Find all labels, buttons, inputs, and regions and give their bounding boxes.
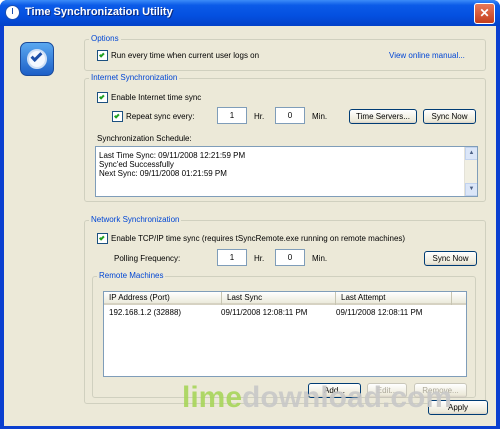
checkbox-box[interactable] (97, 233, 108, 244)
polling-minutes-input[interactable]: 0 (275, 249, 305, 266)
cell-last-sync: 09/11/2008 12:08:11 PM (221, 308, 308, 317)
clock-icon (5, 5, 20, 20)
network-sync-now-button[interactable]: Sync Now (424, 251, 477, 266)
column-header-ip[interactable]: IP Address (Port) (104, 292, 222, 305)
schedule-text: Last Time Sync: 09/11/2008 12:21:59 PM S… (99, 151, 245, 178)
remote-machines-group: Remote Machines IP Address (Port) Last S… (92, 271, 476, 398)
scroll-up-arrow-icon[interactable]: ▲ (465, 147, 477, 160)
minutes-unit-label: Min. (312, 112, 328, 121)
remote-machines-list[interactable]: IP Address (Port) Last Sync Last Attempt… (103, 291, 467, 377)
enable-tcp-sync-checkbox[interactable]: Enable TCP/IP time sync (requires tSyncR… (97, 233, 405, 244)
column-header-last-attempt[interactable]: Last Attempt (336, 292, 452, 305)
options-group-title: Options (89, 34, 121, 43)
watermark-part1: lime (182, 381, 243, 414)
internet-sync-group-title: Internet Synchronization (89, 73, 180, 82)
column-header-last-sync[interactable]: Last Sync (222, 292, 336, 305)
checkmark-icon (113, 112, 120, 119)
minutes-unit-label: Min. (312, 254, 328, 263)
checkmark-icon (98, 51, 105, 58)
internet-sync-now-button[interactable]: Sync Now (423, 109, 476, 124)
network-sync-group-title: Network Synchronization (89, 215, 182, 224)
checkmark-icon (98, 234, 105, 241)
cell-last-attempt: 09/11/2008 12:08:11 PM (336, 308, 423, 317)
run-on-logon-label: Run every time when current user logs on (111, 51, 260, 60)
cell-ip: 192.168.1.2 (32888) (109, 308, 182, 317)
checkbox-box[interactable] (97, 92, 108, 103)
hours-unit-label: Hr. (254, 254, 265, 263)
app-window: Time Synchronization Utility ✕ Options R… (0, 0, 500, 429)
polling-hours-input[interactable]: 1 (217, 249, 247, 266)
scroll-down-arrow-icon[interactable]: ▼ (465, 183, 477, 196)
list-header: IP Address (Port) Last Sync Last Attempt (104, 292, 466, 305)
time-servers-button[interactable]: Time Servers... (349, 109, 417, 124)
view-manual-link[interactable]: View online manual... (389, 51, 465, 60)
enable-internet-sync-label: Enable Internet time sync (111, 93, 202, 102)
window-title: Time Synchronization Utility (25, 6, 173, 18)
enable-tcp-sync-label: Enable TCP/IP time sync (requires tSyncR… (111, 234, 406, 243)
repeat-sync-label: Repeat sync every: (126, 112, 195, 121)
checkbox-box[interactable] (112, 111, 123, 122)
schedule-line: Sync'ed Successfully (99, 160, 174, 169)
checkmark-icon (98, 93, 105, 100)
schedule-label: Synchronization Schedule: (97, 134, 192, 143)
schedule-textbox[interactable]: Last Time Sync: 09/11/2008 12:21:59 PM S… (95, 146, 478, 197)
table-row[interactable]: 192.168.1.2 (32888) 09/11/2008 12:08:11 … (104, 308, 466, 320)
close-button[interactable]: ✕ (474, 3, 495, 24)
repeat-sync-checkbox[interactable]: Repeat sync every: (112, 111, 194, 122)
checkbox-box[interactable] (97, 50, 108, 61)
polling-frequency-label: Polling Frequency: (114, 254, 181, 263)
title-bar[interactable]: Time Synchronization Utility ✕ (0, 0, 500, 26)
repeat-minutes-input[interactable]: 0 (275, 107, 305, 124)
app-logo-icon (20, 42, 54, 76)
remote-machines-title: Remote Machines (97, 271, 166, 280)
schedule-line: Next Sync: 09/11/2008 01:21:59 PM (99, 169, 227, 178)
schedule-scrollbar[interactable]: ▲ ▼ (464, 147, 477, 196)
network-sync-group: Network Synchronization Enable TCP/IP ti… (84, 215, 486, 404)
schedule-line: Last Time Sync: 09/11/2008 12:21:59 PM (99, 151, 246, 160)
hours-unit-label: Hr. (254, 112, 265, 121)
enable-internet-sync-checkbox[interactable]: Enable Internet time sync (97, 92, 201, 103)
options-group: Options Run every time when current user… (84, 34, 486, 71)
watermark-part2: download.com (242, 381, 453, 414)
client-area: Options Run every time when current user… (4, 26, 496, 426)
repeat-hours-input[interactable]: 1 (217, 107, 247, 124)
watermark: limedownload.com (182, 381, 452, 415)
internet-sync-group: Internet Synchronization Enable Internet… (84, 73, 486, 202)
run-on-logon-checkbox[interactable]: Run every time when current user logs on (97, 50, 259, 61)
